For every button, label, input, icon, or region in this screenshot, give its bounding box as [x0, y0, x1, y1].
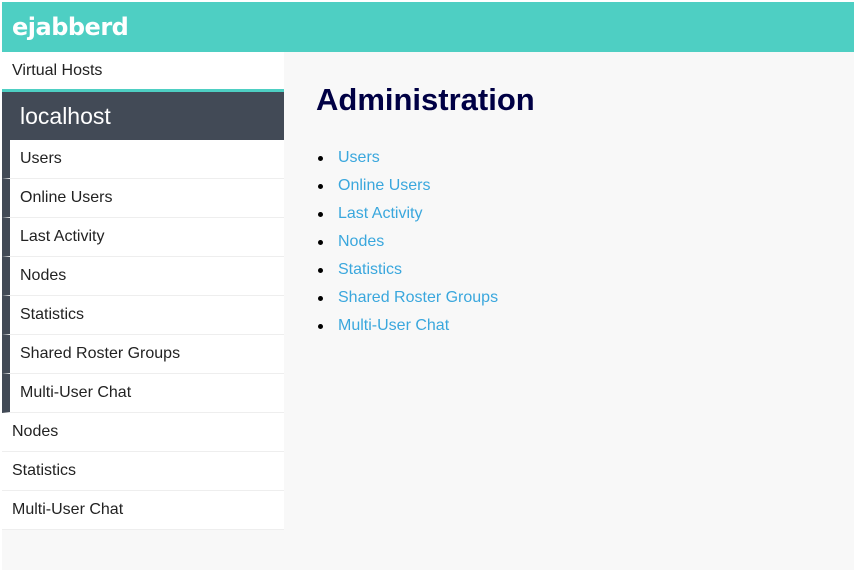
link-online-users[interactable]: Online Users	[338, 177, 430, 195]
sidebar-item-muc[interactable]: Multi-User Chat	[2, 491, 284, 530]
sidebar-item-label: Users	[20, 150, 62, 167]
sidebar-item-label: Shared Roster Groups	[20, 345, 181, 362]
logo-text: ejabberd	[12, 13, 129, 41]
bullet-icon	[318, 239, 323, 245]
bullet-icon	[318, 211, 323, 217]
list-item: Multi-User Chat	[316, 312, 535, 340]
sidebar-host-header[interactable]: localhost	[2, 92, 284, 140]
sidebar-item-label: Statistics	[12, 462, 77, 479]
sidebar-item-label: Multi-User Chat	[12, 501, 124, 518]
link-last-activity[interactable]: Last Activity	[338, 205, 422, 223]
list-item: Nodes	[316, 228, 535, 256]
bullet-icon	[318, 183, 323, 189]
bullet-icon	[318, 155, 323, 161]
bullet-icon	[318, 295, 323, 301]
sidebar-item-label: Nodes	[12, 423, 59, 440]
sidebar-item-label: Statistics	[20, 306, 85, 323]
sidebar-item-label: Multi-User Chat	[20, 384, 132, 401]
sidebar-item-label: Nodes	[20, 267, 67, 284]
link-multi-user-chat[interactable]: Multi-User Chat	[338, 317, 449, 335]
sidebar-item-last-activity[interactable]: Last Activity	[2, 218, 284, 257]
sidebar-item-label: Online Users	[20, 189, 113, 206]
sidebar-item-statistics[interactable]: Statistics	[2, 452, 284, 491]
sidebar-item-online-users[interactable]: Online Users	[2, 179, 284, 218]
top-header: ejabberd	[2, 2, 854, 52]
sidebar-item-host-nodes[interactable]: Nodes	[2, 257, 284, 296]
link-users[interactable]: Users	[338, 149, 380, 167]
page-title: Administration	[316, 82, 535, 117]
sidebar-item-label: Virtual Hosts	[12, 61, 103, 79]
link-nodes[interactable]: Nodes	[338, 233, 384, 251]
link-shared-roster-groups[interactable]: Shared Roster Groups	[338, 289, 498, 307]
sidebar-item-label: Last Activity	[20, 228, 105, 245]
list-item: Users	[316, 144, 535, 172]
sidebar-item-host-muc[interactable]: Multi-User Chat	[2, 374, 284, 413]
main-content: Administration Users Online Users Last A…	[316, 82, 535, 340]
list-item: Last Activity	[316, 200, 535, 228]
host-name: localhost	[20, 102, 111, 129]
sidebar-item-virtual-hosts[interactable]: Virtual Hosts	[2, 52, 284, 92]
sidebar-item-nodes[interactable]: Nodes	[2, 413, 284, 452]
sidebar-item-host-statistics[interactable]: Statistics	[2, 296, 284, 335]
page-frame: ejabberd Virtual Hosts localhost Users O…	[2, 2, 854, 570]
sidebar: Virtual Hosts localhost Users Online Use…	[2, 52, 284, 530]
sidebar-item-users[interactable]: Users	[2, 140, 284, 179]
bullet-icon	[318, 267, 323, 273]
ejabberd-logo[interactable]: ejabberd	[12, 13, 129, 41]
sidebar-item-shared-roster-groups[interactable]: Shared Roster Groups	[2, 335, 284, 374]
list-item: Shared Roster Groups	[316, 284, 535, 312]
list-item: Online Users	[316, 172, 535, 200]
bullet-icon	[318, 323, 323, 329]
admin-link-list: Users Online Users Last Activity Nodes S…	[316, 144, 535, 340]
list-item: Statistics	[316, 256, 535, 284]
link-statistics[interactable]: Statistics	[338, 261, 402, 279]
